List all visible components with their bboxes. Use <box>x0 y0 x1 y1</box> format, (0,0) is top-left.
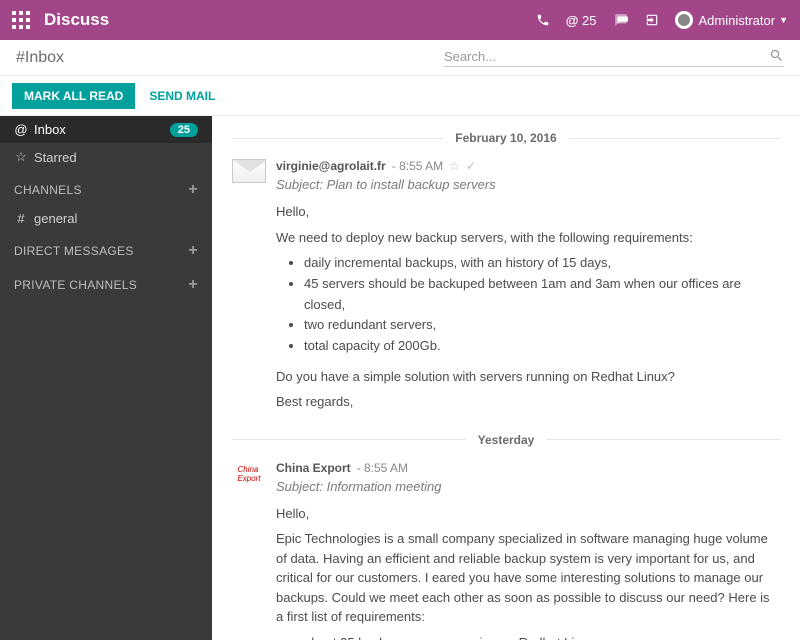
mentions-indicator[interactable]: @ 25 <box>566 13 597 28</box>
sidebar-item-label: general <box>34 211 198 226</box>
message-bullets: daily incremental backups, with an histo… <box>304 253 780 357</box>
message-from[interactable]: China Export <box>276 461 351 475</box>
sidebar-item-starred[interactable]: ☆ Starred <box>0 143 212 171</box>
user-avatar-icon <box>675 11 693 29</box>
date-separator: February 10, 2016 <box>212 130 800 145</box>
top-navbar: Discuss @ 25 Administrator ▼ <box>0 0 800 40</box>
message-list: February 10, 2016 virginie@agrolait.fr -… <box>212 116 800 640</box>
company-logo-icon: ChinaExport <box>232 461 266 487</box>
sender-avatar <box>232 159 266 185</box>
sidebar-item-general[interactable]: # general <box>0 205 212 232</box>
user-name: Administrator <box>699 13 776 28</box>
star-message-icon[interactable]: ☆ <box>449 159 460 173</box>
sidebar-section-private: PRIVATE CHANNELS + <box>0 266 212 300</box>
star-icon: ☆ <box>14 149 28 165</box>
add-channel-icon[interactable]: + <box>188 181 198 199</box>
sidebar: @ Inbox 25 ☆ Starred CHANNELS + # genera… <box>0 116 212 640</box>
message-item: ChinaExport China Export - 8:55 AM Subje… <box>212 457 800 640</box>
user-menu[interactable]: Administrator ▼ <box>675 11 789 29</box>
message-time: - 8:55 AM <box>357 461 408 475</box>
sidebar-section-dm: DIRECT MESSAGES + <box>0 232 212 266</box>
mark-done-icon[interactable]: ✓ <box>466 159 476 173</box>
search-icon[interactable] <box>769 48 784 64</box>
sidebar-item-inbox[interactable]: @ Inbox 25 <box>0 116 212 143</box>
message-bullets: about 25 backup servers, running on Redh… <box>304 633 780 640</box>
message-subject: Subject: Plan to install backup servers <box>276 177 780 192</box>
send-mail-button[interactable]: SEND MAIL <box>149 89 215 103</box>
message-text: We need to deploy new backup servers, wi… <box>276 228 780 248</box>
chevron-down-icon: ▼ <box>779 15 788 25</box>
message-time: - 8:55 AM <box>392 159 443 173</box>
add-private-icon[interactable]: + <box>188 276 198 294</box>
message-text: Hello, <box>276 202 780 222</box>
mentions-count: 25 <box>582 13 596 28</box>
conversations-icon[interactable] <box>613 13 629 27</box>
breadcrumb-bar: #Inbox <box>0 40 800 76</box>
page-title: #Inbox <box>16 49 64 67</box>
message-from[interactable]: virginie@agrolait.fr <box>276 159 386 173</box>
app-title: Discuss <box>44 10 109 30</box>
add-dm-icon[interactable]: + <box>188 242 198 260</box>
sidebar-section-channels: CHANNELS + <box>0 171 212 205</box>
message-text: Best regards, <box>276 392 780 412</box>
at-icon: @ <box>14 122 28 137</box>
phone-icon[interactable] <box>536 13 550 27</box>
sidebar-item-label: Inbox <box>34 122 170 137</box>
sidebar-item-label: Starred <box>34 150 198 165</box>
message-text: Do you have a simple solution with serve… <box>276 367 780 387</box>
search-input[interactable] <box>444 49 769 64</box>
message-text: Epic Technologies is a small company spe… <box>276 529 780 627</box>
hash-icon: # <box>14 211 28 226</box>
apps-menu-icon[interactable] <box>12 11 30 29</box>
inbox-count-badge: 25 <box>170 123 198 137</box>
message-item: virginie@agrolait.fr - 8:55 AM ☆ ✓ Subje… <box>212 155 800 418</box>
search-box[interactable] <box>444 48 784 67</box>
logout-icon[interactable] <box>645 13 659 27</box>
action-bar: MARK ALL READ SEND MAIL <box>0 76 800 116</box>
message-text: Hello, <box>276 504 780 524</box>
envelope-icon <box>232 159 266 183</box>
message-subject: Subject: Information meeting <box>276 479 780 494</box>
mark-all-read-button[interactable]: MARK ALL READ <box>12 83 135 109</box>
date-separator: Yesterday <box>212 432 800 447</box>
sender-avatar: ChinaExport <box>232 461 266 487</box>
